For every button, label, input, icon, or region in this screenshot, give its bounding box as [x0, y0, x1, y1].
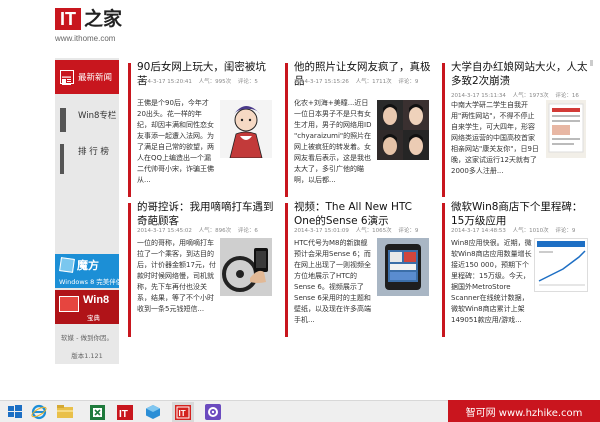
- article-title[interactable]: 的哥控诉：我用嘀嘀打车遇到奇葩顾客: [137, 200, 275, 228]
- ithome-red-icon[interactable]: IT: [172, 402, 194, 422]
- excel-icon[interactable]: [86, 402, 108, 422]
- windows-start-icon[interactable]: [4, 402, 26, 422]
- article-card[interactable]: 视频：The All New HTC One的Sense 6演示 2014-3-…: [285, 200, 431, 342]
- article-title[interactable]: 视频：The All New HTC One的Sense 6演示: [294, 200, 432, 228]
- article-date: 2014-3-17 15:11:34: [451, 93, 506, 99]
- card-accent-bar: [285, 63, 288, 197]
- svg-text:IT: IT: [119, 409, 128, 420]
- article-card[interactable]: 大学自办红娘网站大火，人太多致2次崩溃 2014-3-17 15:11:34 人…: [442, 60, 588, 202]
- article-meta: 2014-3-17 15:15:26 人气：1711次 评论：9: [294, 77, 423, 85]
- nav-item-win8[interactable]: Win8专栏: [55, 98, 119, 132]
- article-card[interactable]: 他的照片让女网友疯了，真极品 2014-3-17 15:15:26 人气：171…: [285, 60, 431, 202]
- article-comments: 评论：6: [237, 228, 258, 234]
- article-comments: 评论：9: [398, 228, 419, 234]
- card-accent-bar: [442, 63, 445, 197]
- promo-subtitle: 宝典: [87, 314, 100, 322]
- logo-chinese-text: 之家: [84, 8, 123, 30]
- nav-item-label: 排 行 榜: [78, 147, 109, 157]
- article-thumbnail: [377, 100, 429, 160]
- article-views: 人气：1711次: [355, 79, 392, 85]
- article-excerpt: HTC代号为M8的新旗舰预计会采用Sense 6；而在网上出现了一则视频全方位地…: [294, 239, 371, 324]
- article-thumbnail: [546, 100, 586, 158]
- logo-url: www.ithome.com: [55, 34, 116, 43]
- article-excerpt: 王佛是个90后，今年才20出头。花一样的年纪，却因丰满和同性恋女友事添一起遭入法…: [137, 99, 214, 184]
- article-title[interactable]: 微软Win8商店下个里程碑：15万级应用: [451, 200, 589, 228]
- article-views: 人气：1973次: [512, 93, 549, 99]
- article-card[interactable]: 90后女网上玩大，闺密被坑苦 2014-3-17 15:20:41 人气：995…: [128, 60, 274, 202]
- nav-item-ranking[interactable]: 排 行 榜: [55, 134, 119, 174]
- settings-icon[interactable]: [202, 402, 224, 422]
- article-date: 2014-3-17 15:15:26: [294, 79, 349, 85]
- book-icon: [59, 296, 79, 312]
- logo-mark: IT: [55, 8, 81, 30]
- article-views: 人气：1010次: [512, 228, 549, 234]
- article-comments: 评论：9: [555, 228, 576, 234]
- article-excerpt: 中南大学研二学生自我开用"两性网站"，不得不停止自来学生，可大四年，形容网络类运…: [451, 101, 539, 175]
- article-views: 人气：1065次: [355, 228, 392, 234]
- article-views: 人气：995次: [198, 79, 232, 85]
- article-thumbnail: [534, 238, 588, 292]
- cube-icon: [59, 257, 75, 273]
- article-meta: 2014-3-17 15:45:02 人气：896次 评论：6: [137, 226, 263, 234]
- article-meta: 2014-3-17 15:20:41 人气：995次 评论：5: [137, 77, 263, 85]
- windows-icon: [60, 108, 74, 132]
- card-accent-bar: [442, 203, 445, 337]
- promo-subtitle: Windows 8 完美伴侣: [59, 278, 123, 286]
- promo-title: 魔方: [77, 259, 99, 272]
- article-date: 2014-3-17 15:20:41: [137, 79, 192, 85]
- article-excerpt: 一位的哥称，用嘀嘀打车拉了一个乘客，到达目的后，计价器金额17元，付款时时候网络…: [137, 239, 216, 313]
- site-logo: IT 之家 www.ithome.com: [55, 8, 125, 52]
- article-meta: 2014-3-17 15:11:34 人气：1973次 评论：16: [451, 91, 584, 99]
- nav-item-latest-news[interactable]: 最新新闻: [55, 60, 119, 94]
- ithome-icon[interactable]: IT: [114, 402, 136, 422]
- bar-chart-icon: [60, 144, 74, 174]
- nav-footer-text: 软媒 - 做到你因。: [61, 334, 113, 342]
- newspaper-icon: [60, 70, 74, 85]
- article-excerpt: Win8应用快很。近期，微软Win8商店应用数量增长接近150 000，预期下个…: [451, 239, 532, 324]
- article-meta: 2014-3-17 15:01:09 人气：1065次 评论：9: [294, 226, 423, 234]
- watermark-banner: 智可网 www.hzhike.com: [448, 400, 600, 422]
- article-excerpt: 化农+刘海+美瞳...近日一位日本男子不是只有女生才用，男子的网络用ID "ch…: [294, 99, 372, 184]
- article-comments: 评论：16: [555, 93, 579, 99]
- sidebar-nav: 最新新闻 Win8专栏 排 行 榜 魔方 Windows 8 完美伴侣 Win8…: [55, 58, 123, 364]
- article-date: 2014-3-17 15:01:09: [294, 228, 349, 234]
- article-card[interactable]: 微软Win8商店下个里程碑：15万级应用 2014-3-17 14:48:53 …: [442, 200, 588, 342]
- version-label: 版本1.121: [71, 352, 103, 360]
- article-date: 2014-3-17 14:48:53: [451, 228, 506, 234]
- promo-win8-guide[interactable]: Win8 宝典: [55, 290, 119, 324]
- svg-text:IT: IT: [179, 409, 186, 418]
- article-title[interactable]: 大学自办红娘网站大火，人太多致2次崩溃: [451, 60, 589, 88]
- cube-app-icon[interactable]: [142, 402, 164, 422]
- file-explorer-icon[interactable]: [54, 402, 76, 422]
- card-accent-bar: [285, 203, 288, 337]
- card-accent-bar: [128, 63, 131, 197]
- scrollbar-indicator[interactable]: [590, 60, 593, 66]
- article-thumbnail: [220, 100, 272, 158]
- article-meta: 2014-3-17 14:48:53 人气：1010次 评论：9: [451, 226, 580, 234]
- article-card[interactable]: 的哥控诉：我用嘀嘀打车遇到奇葩顾客 2014-3-17 15:45:02 人气：…: [128, 200, 274, 342]
- article-date: 2014-3-17 15:45:02: [137, 228, 192, 234]
- promo-mofang[interactable]: 魔方 Windows 8 完美伴侣: [55, 254, 123, 288]
- nav-item-label: 最新新闻: [78, 73, 113, 83]
- article-views: 人气：896次: [198, 228, 232, 234]
- card-accent-bar: [128, 203, 131, 337]
- internet-explorer-icon[interactable]: [28, 402, 50, 422]
- nav-item-label: Win8专栏: [78, 111, 117, 121]
- article-comments: 评论：9: [398, 79, 419, 85]
- article-thumbnail: [377, 238, 429, 296]
- promo-title: Win8: [83, 294, 110, 306]
- article-comments: 评论：5: [237, 79, 258, 85]
- article-thumbnail: [220, 238, 272, 296]
